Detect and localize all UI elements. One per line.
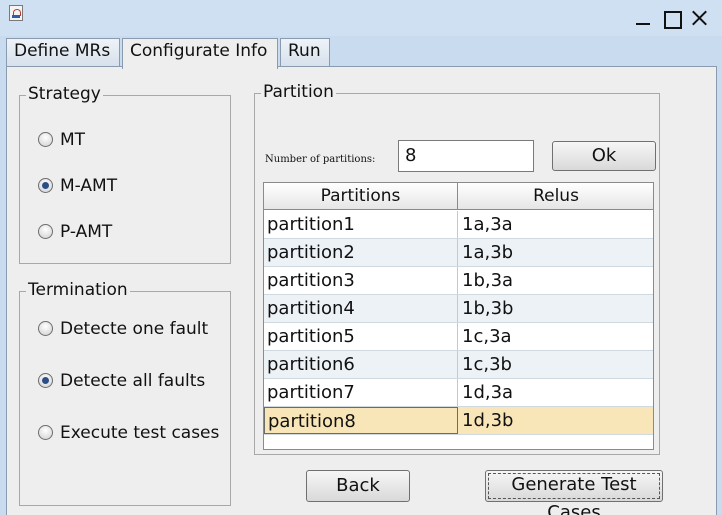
strategy-option-mt[interactable]: MT (38, 130, 85, 150)
table-row[interactable]: partition3 1b,3a (264, 267, 653, 295)
strategy-title: Strategy (26, 84, 103, 104)
radio-label: Detecte one fault (60, 319, 209, 339)
partition-group: Partition Number of partitions: 8 Ok Par… (254, 82, 660, 455)
radio-label: Detecte all faults (60, 371, 206, 391)
radio-label: P-AMT (60, 222, 113, 242)
partition-name-cell[interactable]: partition4 (264, 295, 458, 322)
maximize-icon[interactable] (660, 8, 682, 29)
column-header-relus[interactable]: Relus (459, 183, 653, 210)
partition-name-cell[interactable]: partition6 (264, 351, 458, 378)
partition-name-cell[interactable]: partition7 (264, 379, 458, 406)
radio-label: Execute test cases (60, 423, 220, 443)
relus-cell[interactable]: 1a,3b (459, 239, 653, 266)
termination-option-all-faults[interactable]: Detecte all faults (38, 371, 205, 391)
relus-cell[interactable]: 1d,3a (459, 379, 653, 406)
partition-count-input[interactable]: 8 (398, 140, 534, 172)
configurate-info-panel: Strategy MT M-AMT P-AMT Termination Dete… (6, 66, 717, 515)
tab-define-mrs[interactable]: Define MRs (6, 38, 120, 66)
partition-title: Partition (261, 82, 336, 102)
radio-button[interactable] (38, 425, 53, 440)
radio-button[interactable] (38, 321, 53, 336)
java-app-icon (9, 5, 23, 21)
partition-name-cell[interactable]: partition8 (264, 407, 458, 434)
partition-name-cell[interactable]: partition1 (264, 211, 458, 238)
table-row[interactable]: partition6 1c,3b (264, 351, 653, 379)
partition-table: Partitions Relus partition1 1a,3a partit… (263, 182, 654, 450)
tab-configurate-info[interactable]: Configurate Info (122, 38, 278, 69)
radio-button-selected[interactable] (38, 373, 53, 388)
table-row[interactable]: partition5 1c,3a (264, 323, 653, 351)
close-icon[interactable] (688, 8, 710, 28)
table-row[interactable]: partition2 1a,3b (264, 239, 653, 267)
strategy-option-p-amt[interactable]: P-AMT (38, 222, 112, 242)
radio-button[interactable] (38, 132, 53, 147)
back-button[interactable]: Back (306, 470, 410, 502)
table-header: Partitions Relus (264, 183, 653, 210)
column-header-partitions[interactable]: Partitions (264, 183, 458, 210)
strategy-option-m-amt[interactable]: M-AMT (38, 176, 117, 196)
radio-label: M-AMT (60, 176, 118, 196)
relus-cell[interactable]: 1c,3a (459, 323, 653, 350)
termination-option-execute-test-cases[interactable]: Execute test cases (38, 423, 219, 443)
minimize-icon[interactable] (632, 8, 654, 28)
relus-cell[interactable]: 1b,3a (459, 267, 653, 294)
partition-count-label: Number of partitions: (265, 154, 376, 165)
radio-button[interactable] (38, 224, 53, 239)
table-row[interactable]: partition1 1a,3a (264, 211, 653, 239)
table-row-selected[interactable]: partition8 1d,3b (264, 407, 653, 435)
radio-button-selected[interactable] (38, 178, 53, 193)
partition-name-cell[interactable]: partition5 (264, 323, 458, 350)
partition-name-cell[interactable]: partition2 (264, 239, 458, 266)
relus-cell[interactable]: 1a,3a (459, 211, 653, 238)
termination-option-one-fault[interactable]: Detecte one fault (38, 319, 208, 339)
relus-cell[interactable]: 1b,3b (459, 295, 653, 322)
generate-test-cases-button[interactable]: Generate Test Cases (485, 470, 663, 515)
strategy-group: Strategy MT M-AMT P-AMT (19, 84, 231, 264)
termination-group: Termination Detecte one fault Detecte al… (19, 280, 231, 506)
table-row[interactable]: partition7 1d,3a (264, 379, 653, 407)
title-bar (0, 0, 722, 36)
focus-ring (488, 473, 660, 499)
relus-cell[interactable]: 1c,3b (459, 351, 653, 378)
partition-name-cell[interactable]: partition3 (264, 267, 458, 294)
ok-button[interactable]: Ok (552, 141, 656, 171)
relus-cell[interactable]: 1d,3b (459, 407, 653, 434)
radio-label: MT (60, 130, 86, 150)
tab-run[interactable]: Run (280, 38, 330, 66)
table-row[interactable]: partition4 1b,3b (264, 295, 653, 323)
termination-title: Termination (26, 280, 130, 300)
